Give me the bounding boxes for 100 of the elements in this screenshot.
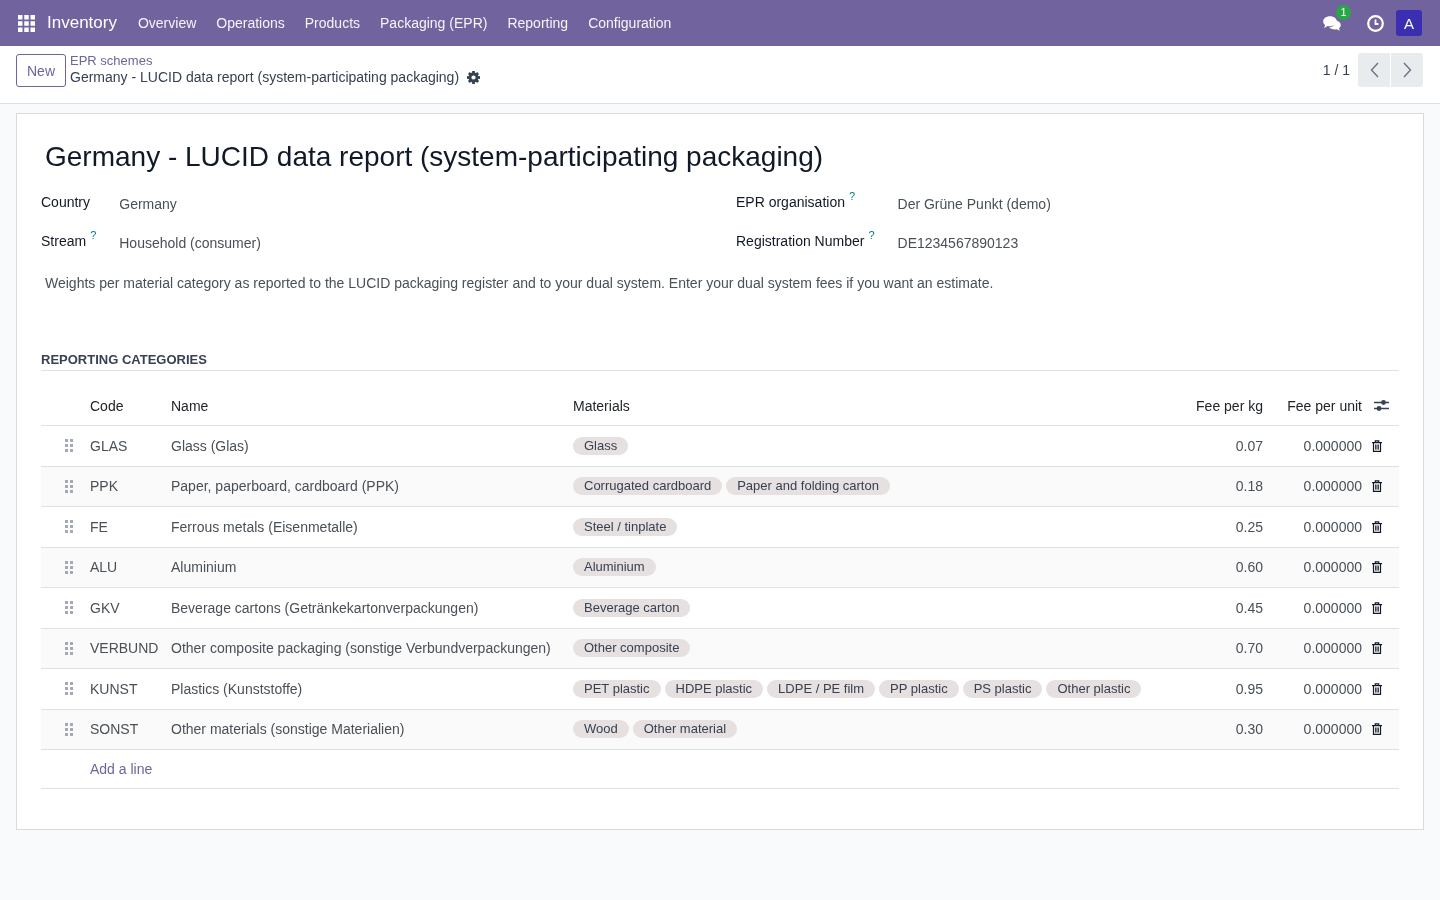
- help-tooltip-mark[interactable]: ?: [90, 230, 97, 241]
- material-tag: Other composite: [573, 639, 691, 658]
- drag-handle-icon[interactable]: [65, 560, 73, 574]
- drag-handle-icon[interactable]: [65, 601, 73, 615]
- nav-menu-item[interactable]: Configuration: [578, 13, 682, 33]
- table-cell-text: 0.000000: [1302, 518, 1362, 535]
- apps-grid-icon[interactable]: [18, 14, 35, 32]
- material-tag: Aluminium: [573, 558, 656, 577]
- table-cell-text: 0.000000: [1302, 599, 1362, 616]
- material-tag: PP plastic: [879, 679, 959, 698]
- nav-menu-item[interactable]: Products: [294, 13, 371, 33]
- trash-icon[interactable]: [1372, 642, 1382, 655]
- table-cell-text: KUNST: [90, 680, 139, 697]
- table-cell-text: 0.60: [1234, 559, 1263, 576]
- table-cell-text: 0.000000: [1302, 680, 1362, 697]
- gear-icon[interactable]: [467, 71, 481, 84]
- nav-menu-item[interactable]: Reporting: [497, 13, 579, 33]
- table-cell-text: Aluminium: [171, 559, 238, 576]
- table-cell-text: 0.18: [1234, 478, 1263, 495]
- material-tag: HDPE plastic: [664, 679, 764, 698]
- table-cell-text: 0.000000: [1302, 640, 1362, 657]
- table-cell-text: 0.000000: [1302, 478, 1362, 495]
- chevron-left-icon: [1369, 62, 1379, 78]
- trash-icon[interactable]: [1372, 480, 1382, 493]
- trash-icon[interactable]: [1372, 723, 1382, 736]
- table-cell-text: FE: [90, 518, 109, 535]
- new-button[interactable]: New: [16, 54, 66, 87]
- table-cell-text: 0.70: [1234, 640, 1263, 657]
- table-cell-text: VERBUND: [90, 640, 160, 657]
- field-value[interactable]: Germany: [119, 195, 736, 212]
- table-cell-text: 0.30: [1234, 721, 1263, 738]
- table-cell-text: Other materials (sonstige Materialien): [171, 721, 406, 738]
- table-cell-text: 0.07: [1234, 437, 1263, 454]
- field-label: EPR organisation: [736, 193, 845, 211]
- table-cell-text: GKV: [90, 599, 121, 616]
- material-tag: Paper and folding carton: [726, 477, 890, 496]
- column-header[interactable]: Fee per kg: [1163, 397, 1263, 414]
- trash-icon[interactable]: [1372, 439, 1382, 452]
- nav-menu-item[interactable]: Overview: [127, 13, 207, 33]
- description-text: Weights per material category as reported to the LUCID packaging register and to your dual system. Enter your dual system fees if you want an estimate.: [44, 274, 995, 293]
- table-cell-text: 0.000000: [1302, 721, 1362, 738]
- table-cell-text: Plastics (Kunststoffe): [171, 680, 304, 697]
- table-cell-text: GLAS: [90, 437, 129, 454]
- table-cell-text: Ferrous metals (Eisenmetalle): [171, 518, 359, 535]
- material-tag: Other material: [632, 720, 738, 739]
- field-label: Country: [41, 193, 91, 211]
- material-tag: Other plastic: [1046, 679, 1142, 698]
- trash-icon[interactable]: [1372, 601, 1382, 614]
- table-cell-text: Paper, paperboard, cardboard (PPK): [171, 478, 401, 495]
- add-line-link[interactable]: Add a line: [90, 761, 153, 777]
- chat-bubbles-icon[interactable]: [1323, 15, 1341, 31]
- help-tooltip-mark[interactable]: ?: [868, 230, 875, 241]
- nav-menu-item[interactable]: Operations: [206, 13, 295, 33]
- chevron-right-icon: [1402, 62, 1412, 78]
- breadcrumb-link[interactable]: EPR schemes: [70, 52, 153, 69]
- table-cell-text: SONST: [90, 721, 140, 738]
- material-tag: Corrugated cardboard: [573, 477, 723, 496]
- drag-handle-icon[interactable]: [65, 439, 73, 453]
- user-avatar[interactable]: A: [1396, 10, 1422, 36]
- drag-handle-icon[interactable]: [65, 682, 73, 696]
- form-title: Germany - LUCID data report (system-participating packaging): [44, 140, 825, 174]
- message-count-badge: 1: [1336, 4, 1351, 20]
- column-header[interactable]: Name: [171, 397, 573, 414]
- material-tag: Beverage carton: [573, 598, 691, 617]
- table-cell-text: 0.25: [1234, 518, 1263, 535]
- clock-icon[interactable]: [1367, 14, 1384, 32]
- trash-icon[interactable]: [1372, 561, 1382, 574]
- material-tag: PET plastic: [573, 679, 661, 698]
- table-cell-text: 0.95: [1234, 680, 1263, 697]
- drag-handle-icon[interactable]: [65, 479, 73, 493]
- drag-handle-icon[interactable]: [65, 722, 73, 736]
- column-header[interactable]: Materials: [573, 397, 1163, 414]
- app-name-link[interactable]: Inventory: [47, 13, 117, 33]
- material-tag: Wood: [573, 720, 629, 739]
- table-cell-text: 0.000000: [1302, 437, 1362, 454]
- drag-handle-icon[interactable]: [65, 641, 73, 655]
- column-header[interactable]: Fee per unit: [1263, 397, 1362, 414]
- sliders-icon[interactable]: [1374, 399, 1389, 412]
- material-tag: LDPE / PE film: [767, 679, 876, 698]
- trash-icon[interactable]: [1372, 520, 1382, 533]
- table-cell-text: 0.000000: [1302, 559, 1362, 576]
- field-value[interactable]: Household (consumer): [119, 234, 736, 251]
- nav-menu-item[interactable]: Packaging (EPR): [370, 13, 498, 33]
- field-label: Registration Number: [736, 232, 865, 250]
- drag-handle-icon[interactable]: [65, 520, 73, 534]
- material-tag: PS plastic: [962, 679, 1043, 698]
- field-label: Stream: [41, 232, 87, 250]
- column-header[interactable]: Code: [90, 397, 171, 414]
- material-tag: Glass: [573, 436, 629, 455]
- table-cell-text: PPK: [90, 478, 119, 495]
- section-title: REPORTING CATEGORIES: [41, 351, 1399, 371]
- table-cell-text: Glass (Glas): [171, 437, 250, 454]
- table-cell-text: Beverage cartons (Getränkekartonverpackungen): [171, 599, 480, 616]
- table-cell-text: ALU: [90, 559, 119, 576]
- trash-icon[interactable]: [1372, 682, 1382, 695]
- field-value[interactable]: Der Grüne Punkt (demo): [897, 195, 1399, 212]
- field-value[interactable]: DE1234567890123: [897, 234, 1399, 251]
- help-tooltip-mark[interactable]: ?: [848, 191, 856, 202]
- pager-counter: 1 / 1: [1322, 62, 1350, 78]
- material-tag: Steel / tinplate: [573, 517, 678, 536]
